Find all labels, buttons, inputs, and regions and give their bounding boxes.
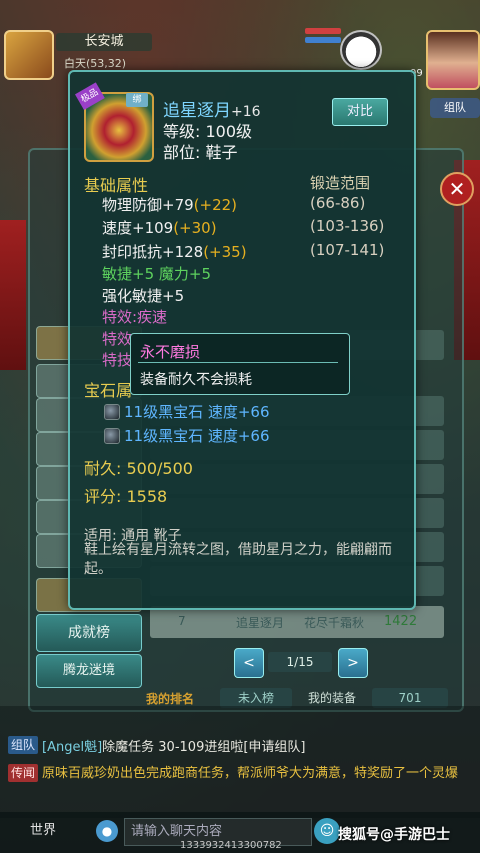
city-map-icon[interactable] (4, 30, 54, 80)
gem-entry: 11级黑宝石 速度+66 (124, 403, 270, 421)
microphone-icon[interactable]: ● (96, 820, 118, 842)
next-page-button[interactable]: > (338, 648, 368, 678)
stat-bonus: (+35) (203, 243, 247, 261)
pet-level: 74 (354, 48, 367, 59)
bottom-id-text: 1333932413300782 (180, 840, 282, 851)
dragon-maze-tab[interactable]: 腾龙迷境 (36, 654, 142, 688)
page-indicator: 1/15 (268, 652, 332, 672)
durability: 耐久: 500/500 (84, 459, 193, 478)
item-score: 评分: 1558 (84, 487, 168, 506)
stat-defense: 物理防御+79(+22) (102, 194, 237, 215)
item-description: 鞋上绘有星月流转之图，借助星月之力，能翩翩而起。 (84, 542, 392, 577)
table-row[interactable]: 7 追星逐月 花尽千霜秋 1422 (150, 606, 444, 638)
stat-bonus: (+30) (173, 219, 217, 237)
watermark: 搜狐号@手游巴士 (338, 827, 450, 843)
rumor-channel-tag: 传闻 (8, 764, 39, 782)
stat-speed: 速度+109(+30) (102, 217, 217, 238)
pet-status-bars (305, 28, 341, 48)
row-player-name: 花尽千霜秋 (304, 616, 365, 630)
my-rank-value: 未入榜 (220, 688, 292, 708)
row-rank: 7 (178, 614, 186, 628)
my-equip-label: 我的装备 (308, 691, 357, 705)
extra-attributes: 敏捷+5 魔力+5 (102, 265, 211, 283)
pagination: < 1/15 > (234, 648, 368, 678)
channel-select[interactable]: 世界 (20, 818, 102, 844)
chat-player-link[interactable]: [Angel魁] (42, 740, 102, 755)
black-gem-icon (104, 428, 120, 444)
stat-seal-resist: 封印抵抗+128(+35) (102, 241, 247, 262)
stat-range: (66-86) (310, 194, 366, 212)
special-effect[interactable]: 特效 (102, 328, 132, 349)
item-slot: 部位: 鞋子 (163, 143, 238, 162)
item-bound-tag: 绑 (126, 93, 148, 107)
gem-attributes-title: 宝石属 (84, 381, 133, 400)
chat-panel (0, 706, 480, 818)
chat-text: 除魔任务 30-109进组啦[申请组队] (102, 740, 306, 755)
my-rank-label: 我的排名 (146, 692, 195, 706)
stat-label: 封印抵抗+128 (102, 243, 204, 261)
player-avatar[interactable] (426, 30, 480, 90)
effect-tooltip-divider (138, 362, 338, 363)
my-equip-score: 701 (372, 688, 448, 708)
row-item-name: 追星逐月 (236, 616, 285, 630)
chat-message[interactable]: 传闻 原味百威珍奶出色完成跑商任务，帮派师爷大为满意，特奖励了一个灵爆 (8, 764, 474, 784)
special-effect[interactable]: 特效:疾速 (102, 306, 167, 327)
chat-message[interactable]: 组队 [Angel魁]除魔任务 30-109进组啦[申请组队] (8, 736, 474, 755)
effect-tooltip-desc: 装备耐久不会损耗 (140, 372, 252, 388)
reinforce-attribute: 强化敏捷+5 (102, 287, 185, 305)
stat-label: 速度+109 (102, 219, 174, 237)
close-icon[interactable]: ✕ (440, 172, 474, 206)
city-name[interactable]: 长安城 (56, 33, 152, 51)
stat-range: (103-136) (310, 217, 385, 235)
team-button[interactable]: 组队 (430, 98, 480, 118)
compare-button[interactable]: 对比 (332, 98, 388, 126)
effect-tooltip-title: 永不磨损 (140, 343, 201, 361)
prev-page-button[interactable]: < (234, 648, 264, 678)
emoji-icon[interactable]: ☺ (314, 818, 340, 844)
base-attributes-title: 基础属性 (84, 176, 149, 195)
gem-entry: 11级黑宝石 速度+66 (124, 427, 270, 445)
stat-label: 物理防御+79 (102, 196, 194, 214)
team-channel-tag: 组队 (8, 736, 39, 754)
stat-range: (107-141) (310, 241, 385, 259)
achievement-rank-tab[interactable]: 成就榜 (36, 614, 142, 652)
left-red-banner (0, 220, 26, 370)
row-score: 1422 (384, 614, 418, 629)
city-coordinates: 白天(53,32) (64, 57, 127, 70)
chat-text: 原味百威珍奶出色完成跑商任务，帮派师爷大为满意，特奖励了一个灵爆 (42, 766, 459, 781)
black-gem-icon (104, 404, 120, 420)
stat-bonus: (+22) (193, 196, 238, 214)
forge-range-title: 锻造范围 (310, 174, 371, 192)
special-skill[interactable]: 特技 (102, 349, 132, 370)
